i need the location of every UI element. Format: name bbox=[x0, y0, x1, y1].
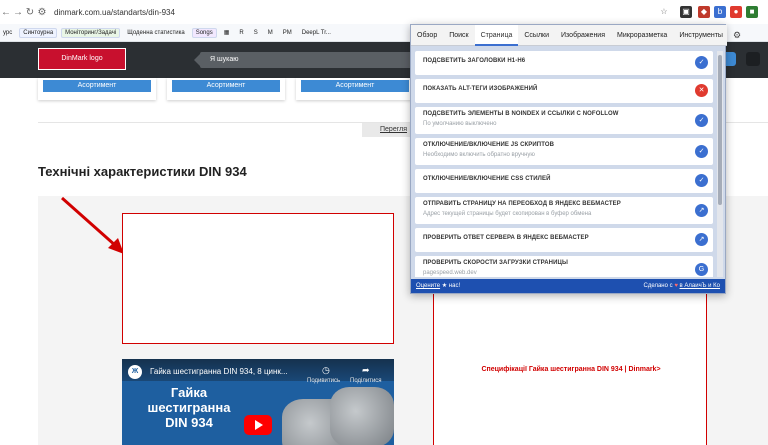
bookmark-item[interactable]: Щоденна статистика bbox=[124, 29, 187, 37]
item-label: Отключение/включение CSS стилей bbox=[423, 176, 551, 182]
bookmark-item[interactable]: M bbox=[265, 29, 276, 37]
extension-popup: Обзор Поиск Страница Ссылки Изображения … bbox=[410, 24, 741, 294]
watch-later-label[interactable]: Подивитись bbox=[307, 378, 340, 384]
product-card: Асортимент bbox=[38, 78, 156, 100]
share-icon[interactable]: ➦ bbox=[362, 365, 370, 376]
tab-microdata[interactable]: Микроразметка bbox=[611, 25, 673, 46]
site-logo[interactable]: DinMark logo bbox=[38, 48, 126, 70]
external-link-icon[interactable]: ↗ bbox=[695, 233, 708, 246]
bookmark-item[interactable]: Songs bbox=[191, 27, 217, 38]
heart-icon: ♥ bbox=[674, 283, 678, 289]
check-icon[interactable]: ✓ bbox=[695, 114, 708, 127]
tab-page[interactable]: Страница bbox=[474, 24, 519, 46]
item-subtitle: pagespeed.web.dev bbox=[423, 270, 477, 276]
settings-gear-icon[interactable]: ⚙ bbox=[733, 30, 741, 41]
highlighted-empty-block bbox=[122, 213, 394, 344]
video-heading: Гайка шестигранна DIN 934 bbox=[147, 385, 231, 430]
item-label: Отключение/включение JS скриптов bbox=[423, 142, 555, 148]
bookmark-item[interactable]: S bbox=[251, 29, 261, 37]
product-card: Асортимент bbox=[167, 78, 285, 100]
external-link-icon[interactable]: ↗ bbox=[695, 204, 708, 217]
assortment-button[interactable]: Асортимент bbox=[43, 80, 151, 92]
rds-extension-icon[interactable]: b bbox=[714, 6, 726, 18]
check-icon[interactable]: ✓ bbox=[695, 145, 708, 158]
video-title[interactable]: Гайка шестигранна DIN 934, 8 цинк... bbox=[150, 367, 288, 376]
rate-us-link[interactable]: Оцените bbox=[416, 283, 440, 289]
item-subtitle: Адрес текущей страницы будет скопирован … bbox=[423, 211, 592, 217]
share-label[interactable]: Поділитися bbox=[350, 378, 382, 384]
clock-icon[interactable]: ◷ bbox=[322, 365, 330, 376]
assortment-button[interactable]: Асортимент bbox=[172, 80, 280, 92]
user-icon[interactable] bbox=[746, 52, 760, 66]
item-label: Показать ALT-теги изображений bbox=[423, 86, 538, 92]
tab-search[interactable]: Поиск bbox=[443, 25, 474, 46]
popup-action-list: Подсветить заголовки H1-H6 ✓ Показать AL… bbox=[415, 51, 719, 277]
bookmark-item[interactable]: Синтоурна bbox=[19, 27, 58, 38]
list-item[interactable]: Подсветить заголовки H1-H6 ✓ bbox=[415, 51, 713, 75]
tab-links[interactable]: Ссылки bbox=[518, 25, 555, 46]
footer-left-text: нас! bbox=[448, 283, 461, 289]
header-actions bbox=[722, 52, 760, 66]
footer-left: Оцените ★ нас! bbox=[416, 279, 460, 293]
item-subtitle: Необходимо включить обратно вручную bbox=[423, 152, 535, 158]
star-icon[interactable]: ☆ bbox=[658, 6, 670, 18]
popup-footer: Оцените ★ нас! Сделано с ♥ в АлаичЪ и Ко bbox=[411, 279, 725, 293]
star-icon: ★ bbox=[441, 283, 448, 289]
popup-tabs: Обзор Поиск Страница Ссылки Изображения … bbox=[411, 24, 741, 46]
back-icon[interactable]: ← bbox=[0, 7, 12, 18]
forward-icon[interactable]: → bbox=[12, 7, 24, 18]
annotation-arrow-icon bbox=[61, 196, 124, 254]
footer-right: Сделано с ♥ в АлаичЪ и Ко bbox=[644, 279, 721, 293]
address-bar: ← → ↻ ⚙ dinmark.com.ua/standarts/din-934… bbox=[0, 0, 768, 24]
bookmark-item[interactable]: урс bbox=[0, 29, 15, 37]
specification-panel: Специфікації Гайка шестигранна DIN 934 |… bbox=[433, 290, 707, 445]
tab-images[interactable]: Изображения bbox=[555, 25, 611, 46]
video-embed[interactable]: Ж Гайка шестигранна DIN 934, 8 цинк... ◷… bbox=[122, 359, 394, 445]
footer-made-text: Сделано с bbox=[643, 283, 673, 289]
list-item[interactable]: Проверить скорости загрузки страницы pag… bbox=[415, 256, 713, 277]
extension-icon[interactable]: ◆ bbox=[698, 6, 710, 18]
bookmark-item[interactable]: R bbox=[236, 29, 246, 37]
list-item[interactable]: Отключение/включение CSS стилей ✓ bbox=[415, 169, 713, 193]
channel-avatar[interactable]: Ж bbox=[128, 365, 142, 379]
bookmark-item[interactable]: PM bbox=[280, 29, 295, 37]
apps-icon[interactable]: ▦ bbox=[221, 28, 233, 37]
extension-icon[interactable]: ▣ bbox=[680, 6, 692, 18]
list-item[interactable]: Отключение/включение JS скриптов Необход… bbox=[415, 138, 713, 165]
search-input[interactable]: Я шукаю bbox=[194, 52, 430, 68]
nut-image bbox=[330, 387, 394, 445]
close-icon[interactable]: ✕ bbox=[695, 84, 708, 97]
list-item[interactable]: Отправить страницу на переобход в Яндекс… bbox=[415, 197, 713, 224]
reload-icon[interactable]: ↻ bbox=[24, 7, 36, 18]
tab-tools[interactable]: Инструменты bbox=[673, 25, 729, 46]
extension-icon[interactable]: ■ bbox=[746, 6, 758, 18]
site-info-icon[interactable]: ⚙ bbox=[36, 7, 48, 18]
item-label: Подсветить элементы в noindex и ссылки с… bbox=[423, 111, 619, 117]
section-title: Технічні характеристики DIN 934 bbox=[38, 164, 247, 179]
item-label: Отправить страницу на переобход в Яндекс… bbox=[423, 201, 621, 207]
popup-scrollbar[interactable] bbox=[717, 51, 723, 277]
bookmark-item[interactable]: DeepL Tr... bbox=[299, 29, 334, 37]
item-subtitle: По умолчанию выключено bbox=[423, 121, 497, 127]
bookmark-item[interactable]: Моніторинг/Задачі bbox=[61, 27, 121, 38]
play-button[interactable] bbox=[244, 415, 272, 435]
item-label: Проверить ответ сервера в Яндекс Вебмаст… bbox=[423, 235, 589, 241]
url-field[interactable]: dinmark.com.ua/standarts/din-934 bbox=[54, 8, 175, 17]
list-item[interactable]: Проверить ответ сервера в Яндекс Вебмаст… bbox=[415, 228, 713, 252]
google-icon[interactable]: G bbox=[695, 263, 708, 276]
scrollbar-thumb[interactable] bbox=[718, 55, 722, 205]
extension-icon[interactable]: ● bbox=[730, 6, 742, 18]
product-card: Асортимент bbox=[296, 78, 414, 100]
list-item[interactable]: Подсветить элементы в noindex и ссылки с… bbox=[415, 107, 713, 134]
author-link[interactable]: в АлаичЪ и Ко bbox=[680, 283, 720, 289]
tab-overview[interactable]: Обзор bbox=[411, 25, 443, 46]
specification-link[interactable]: Специфікації Гайка шестигранна DIN 934 |… bbox=[434, 366, 708, 373]
item-label: Подсветить заголовки H1-H6 bbox=[423, 58, 526, 64]
assortment-button[interactable]: Асортимент bbox=[301, 80, 409, 92]
list-item[interactable]: Показать ALT-теги изображений ✕ bbox=[415, 79, 713, 103]
check-icon[interactable]: ✓ bbox=[695, 56, 708, 69]
item-label: Проверить скорости загрузки страницы bbox=[423, 260, 568, 266]
check-icon[interactable]: ✓ bbox=[695, 174, 708, 187]
